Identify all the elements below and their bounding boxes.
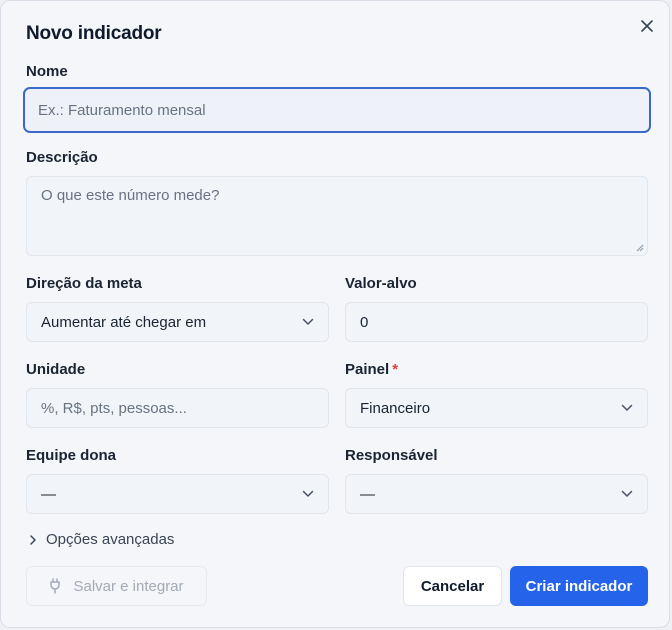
unit-input[interactable]: %, R$, pts, pessoas...	[26, 388, 329, 428]
name-input[interactable]: Ex.: Faturamento mensal	[23, 87, 651, 133]
create-indicator-button[interactable]: Criar indicador	[510, 566, 648, 606]
owner-team-value: —	[41, 485, 56, 503]
responsible-label: Responsável	[345, 447, 438, 464]
save-and-integrate-label: Salvar e integrar	[73, 577, 184, 595]
new-indicator-dialog: Novo indicador Nome Ex.: Faturamento men…	[0, 0, 670, 628]
dialog-title: Novo indicador	[26, 23, 162, 44]
chevron-down-icon	[302, 318, 314, 325]
owner-team-select[interactable]: —	[26, 474, 329, 514]
required-mark: *	[392, 361, 399, 378]
unit-placeholder: %, R$, pts, pessoas...	[41, 399, 187, 417]
save-and-integrate-button[interactable]: Salvar e integrar	[26, 566, 207, 606]
description-textarea[interactable]: O que este número mede?	[26, 176, 648, 256]
name-placeholder: Ex.: Faturamento mensal	[38, 101, 206, 119]
panel-label-text: Painel	[345, 361, 390, 378]
description-placeholder: O que este número mede?	[41, 187, 220, 204]
resize-handle-icon[interactable]	[636, 244, 644, 252]
responsible-value: —	[360, 485, 375, 503]
panel-label: Painel *	[345, 361, 398, 378]
close-icon	[641, 20, 653, 32]
responsible-select[interactable]: —	[345, 474, 648, 514]
target-value-label: Valor-alvo	[345, 275, 417, 292]
goal-direction-select[interactable]: Aumentar até chegar em	[26, 302, 329, 342]
target-value-input[interactable]: 0	[345, 302, 648, 342]
panel-select[interactable]: Financeiro	[345, 388, 648, 428]
owner-team-label: Equipe dona	[26, 447, 116, 464]
advanced-options-toggle[interactable]: Opções avançadas	[29, 531, 174, 548]
cancel-button[interactable]: Cancelar	[403, 566, 502, 606]
plug-icon	[50, 578, 61, 594]
goal-direction-label: Direção da meta	[26, 275, 142, 292]
name-label: Nome	[26, 63, 68, 80]
unit-label: Unidade	[26, 361, 86, 378]
goal-direction-value: Aumentar até chegar em	[41, 313, 207, 331]
description-label: Descrição	[26, 149, 98, 166]
close-button[interactable]	[637, 16, 657, 36]
chevron-down-icon	[302, 490, 314, 497]
chevron-down-icon	[621, 404, 633, 411]
chevron-down-icon	[621, 490, 633, 497]
panel-value: Financeiro	[360, 399, 431, 417]
chevron-right-icon	[30, 534, 36, 545]
advanced-options-label: Opções avançadas	[46, 531, 175, 548]
target-value-value: 0	[360, 313, 369, 331]
